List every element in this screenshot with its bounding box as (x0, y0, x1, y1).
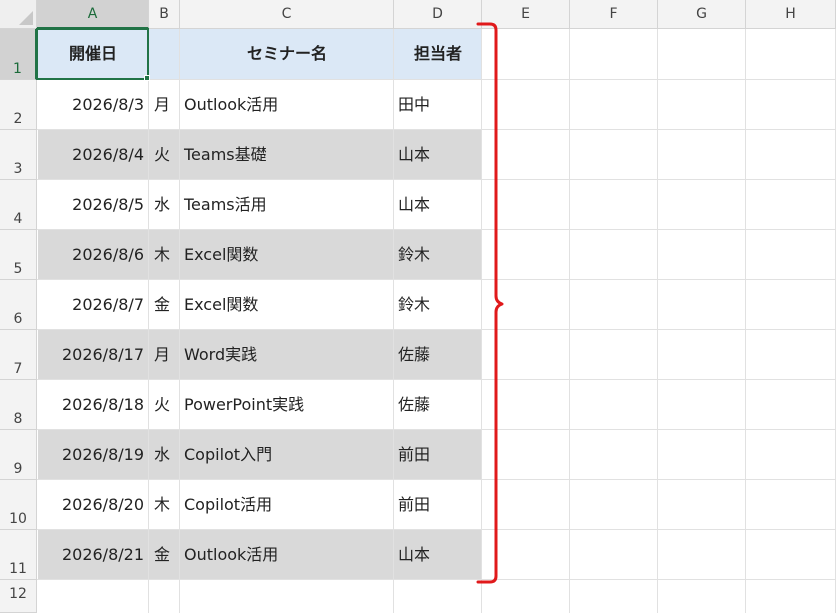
cell-date[interactable]: 2026/8/5 (38, 180, 144, 229)
column-header-f[interactable]: F (570, 0, 658, 29)
cell-day[interactable]: 金 (154, 530, 178, 579)
spreadsheet-grid: A B C D E F G H 1 2 3 4 5 6 7 8 9 10 11 … (0, 0, 836, 613)
brace-annotation (476, 22, 504, 584)
cell-date[interactable]: 2026/8/6 (38, 230, 144, 279)
row-header-12[interactable]: 12 (0, 580, 37, 613)
row-number: 9 (13, 461, 23, 477)
row-number: 3 (13, 161, 23, 177)
row-header-8[interactable]: 8 (0, 380, 37, 430)
cell-person[interactable]: 山本 (398, 180, 478, 229)
cell-seminar[interactable]: Copilot活用 (184, 480, 390, 529)
brace-path (476, 22, 504, 584)
row-number: 8 (13, 411, 23, 427)
cell-seminar[interactable]: Copilot入門 (184, 430, 390, 479)
cell-person[interactable]: 田中 (398, 80, 478, 129)
row-number: 5 (13, 261, 23, 277)
select-all-icon (19, 11, 33, 25)
cell-day[interactable]: 木 (154, 480, 178, 529)
cell-date[interactable]: 2026/8/18 (38, 380, 144, 429)
row-header-2[interactable]: 2 (0, 80, 37, 130)
cell-seminar[interactable]: Teams活用 (184, 180, 390, 229)
fill-handle[interactable] (144, 75, 150, 81)
cell-seminar[interactable]: Outlook活用 (184, 530, 390, 579)
row-header-3[interactable]: 3 (0, 130, 37, 180)
row-number: 10 (9, 511, 27, 527)
column-header-b[interactable]: B (149, 0, 180, 29)
row-header-7[interactable]: 7 (0, 330, 37, 380)
cell-seminar[interactable]: PowerPoint実践 (184, 380, 390, 429)
column-header-h[interactable]: H (746, 0, 836, 29)
column-header-g[interactable]: G (658, 0, 746, 29)
row-number: 11 (9, 561, 27, 577)
row-number: 7 (13, 361, 23, 377)
cell-seminar[interactable]: Outlook活用 (184, 80, 390, 129)
cell-seminar[interactable]: Excel関数 (184, 280, 390, 329)
cell-date[interactable]: 2026/8/7 (38, 280, 144, 329)
cell-day[interactable]: 水 (154, 180, 178, 229)
cell-person[interactable]: 鈴木 (398, 230, 478, 279)
cell-day[interactable]: 火 (154, 380, 178, 429)
row-header-4[interactable]: 4 (0, 180, 37, 230)
cell-person[interactable]: 山本 (398, 530, 478, 579)
cell-day[interactable]: 月 (154, 80, 178, 129)
cell-seminar[interactable]: Teams基礎 (184, 130, 390, 179)
cell-person[interactable]: 佐藤 (398, 330, 478, 379)
row-number: 2 (13, 111, 23, 127)
cell-person[interactable]: 山本 (398, 130, 478, 179)
row-number: 6 (13, 311, 23, 327)
row-number: 12 (9, 586, 27, 602)
cell-person[interactable]: 前田 (398, 430, 478, 479)
row-header-5[interactable]: 5 (0, 230, 37, 280)
cell-day[interactable]: 月 (154, 330, 178, 379)
cell-date[interactable]: 2026/8/21 (38, 530, 144, 579)
cell-date[interactable]: 2026/8/19 (38, 430, 144, 479)
active-cell-border (36, 28, 149, 80)
cell-seminar[interactable]: Word実践 (184, 330, 390, 379)
cell-day[interactable]: 木 (154, 230, 178, 279)
cell-date[interactable]: 2026/8/17 (38, 330, 144, 379)
row-number: 1 (13, 61, 22, 77)
column-header-d[interactable]: D (394, 0, 482, 29)
cell-person[interactable]: 前田 (398, 480, 478, 529)
column-header-a[interactable]: A (37, 0, 149, 29)
row-header-9[interactable]: 9 (0, 430, 37, 480)
cell-d1-person-header[interactable]: 担当者 (394, 29, 482, 78)
cell-seminar[interactable]: Excel関数 (184, 230, 390, 279)
row-header-1[interactable]: 1 (0, 29, 37, 80)
cell-date[interactable]: 2026/8/20 (38, 480, 144, 529)
row-header-6[interactable]: 6 (0, 280, 37, 330)
column-header-c[interactable]: C (180, 0, 394, 29)
cell-date[interactable]: 2026/8/3 (38, 80, 144, 129)
cell-day[interactable]: 火 (154, 130, 178, 179)
cell-c1-seminar-header[interactable]: セミナー名 (180, 29, 394, 78)
cell-person[interactable]: 鈴木 (398, 280, 478, 329)
cell-date[interactable]: 2026/8/4 (38, 130, 144, 179)
cell-person[interactable]: 佐藤 (398, 380, 478, 429)
row-header-10[interactable]: 10 (0, 480, 37, 530)
row-header-11[interactable]: 11 (0, 530, 37, 580)
cell-day[interactable]: 金 (154, 280, 178, 329)
select-all-button[interactable] (0, 0, 37, 29)
cell-day[interactable]: 水 (154, 430, 178, 479)
row-number: 4 (13, 211, 23, 227)
